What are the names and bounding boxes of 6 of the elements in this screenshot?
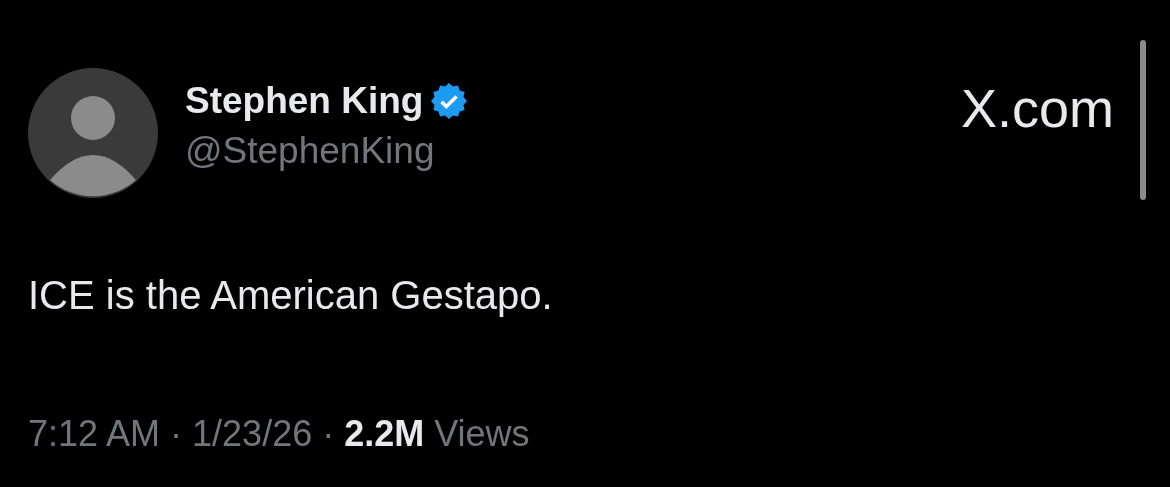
tweet-meta: 7:12 AM · 1/23/26 · 2.2M Views (28, 412, 531, 456)
author-name[interactable]: Stephen King (185, 78, 424, 124)
author-handle[interactable]: @StephenKing (185, 128, 468, 174)
tweet-text: ICE is the American Gestapo. (28, 272, 554, 319)
scroll-bar[interactable] (1140, 40, 1146, 200)
site-name: X.com (960, 77, 1114, 140)
